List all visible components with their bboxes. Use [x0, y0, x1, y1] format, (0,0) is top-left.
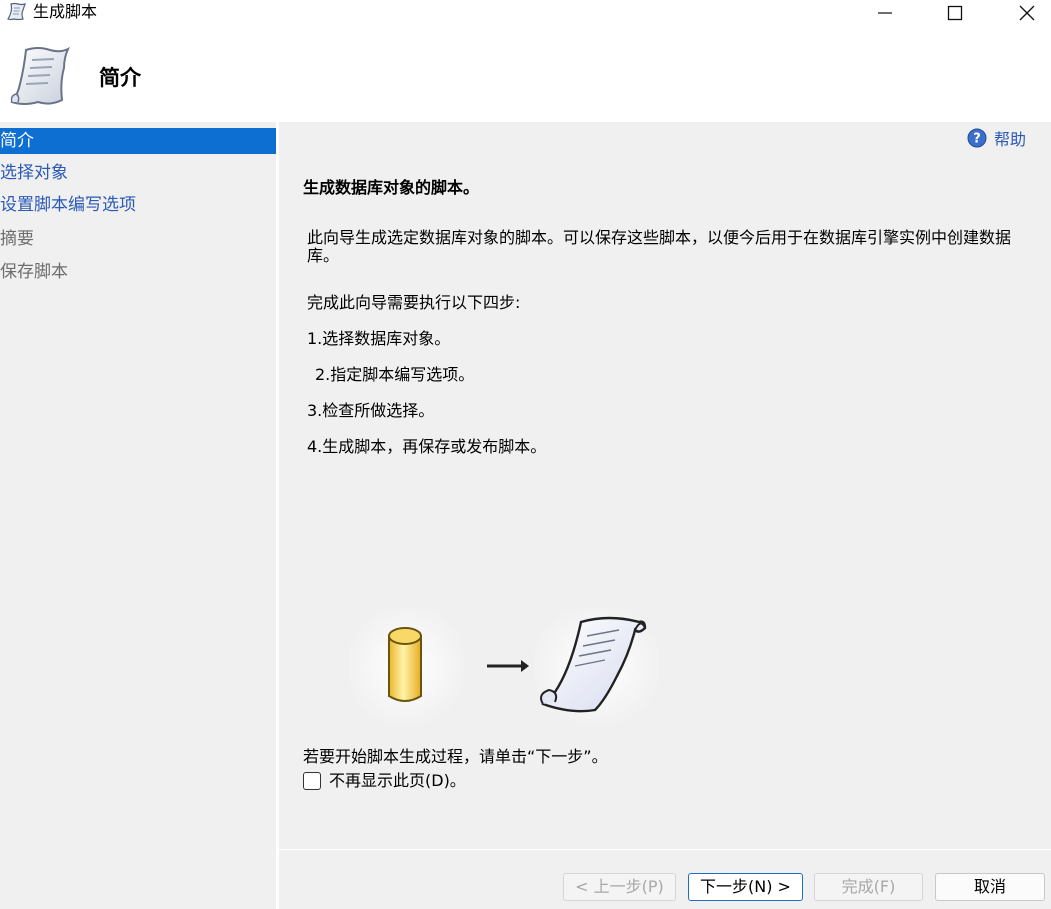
dont-show-again-row[interactable]: 不再显示此页(D)。: [303, 770, 466, 792]
sidebar-item-save-scripts: 保存脚本: [0, 262, 68, 282]
close-icon: [1019, 5, 1035, 21]
sidebar-item-summary: 摘要: [0, 229, 34, 249]
sidebar-item-intro[interactable]: 简介: [0, 128, 276, 154]
page-title: 简介: [99, 66, 141, 90]
scroll-icon: [10, 46, 71, 105]
start-instruction: 若要开始脚本生成过程，请单击“下一步”。: [303, 747, 608, 766]
footer-divider: [279, 849, 1051, 850]
close-button[interactable]: [1004, 0, 1050, 26]
sidebar-item-select-objects[interactable]: 选择对象: [0, 160, 276, 186]
dont-show-again-checkbox[interactable]: [303, 772, 321, 790]
previous-button[interactable]: < 上一步(P): [563, 873, 676, 901]
help-link[interactable]: ? 帮助: [967, 126, 1026, 150]
help-label: 帮助: [994, 130, 1027, 149]
cancel-button[interactable]: 取消: [935, 873, 1045, 901]
svg-text:?: ?: [973, 132, 981, 147]
maximize-icon: [947, 5, 963, 21]
dont-show-again-label[interactable]: 不再显示此页(D)。: [329, 770, 466, 792]
window-title: 生成脚本: [33, 2, 98, 21]
step-item: 4.生成脚本，再保存或发布脚本。: [307, 437, 547, 456]
step-item: 3.检查所做选择。: [307, 401, 435, 420]
help-icon: ?: [967, 128, 987, 148]
arrow-icon: [487, 660, 529, 672]
intro-heading: 生成数据库对象的脚本。: [303, 178, 480, 197]
next-button[interactable]: 下一步(N) >: [688, 873, 803, 901]
main-panel: ? 帮助 生成数据库对象的脚本。 此向导生成选定数据库对象的脚本。可以保存这些脚…: [279, 122, 1051, 909]
finish-button[interactable]: 完成(F): [814, 873, 923, 901]
step-item: 1.选择数据库对象。: [307, 329, 451, 348]
page-header: 简介: [0, 30, 1051, 122]
sidebar-item-scripting-options[interactable]: 设置脚本编写选项: [0, 192, 276, 218]
minimize-button[interactable]: [862, 0, 908, 26]
database-icon: [388, 627, 422, 702]
maximize-button[interactable]: [932, 0, 978, 26]
scroll-icon: [7, 2, 26, 21]
step-item: 2.指定脚本编写选项。: [315, 365, 475, 384]
intro-description: 此向导生成选定数据库对象的脚本。可以保存这些脚本，以便今后用于在数据库引擎实例中…: [307, 228, 1012, 265]
title-bar: 生成脚本: [0, 0, 1051, 26]
minimize-icon: [878, 12, 892, 14]
illustration: [349, 608, 659, 724]
steps-intro: 完成此向导需要执行以下四步:: [307, 293, 521, 312]
sidebar: 简介 选择对象 设置脚本编写选项 摘要 保存脚本: [0, 122, 276, 909]
